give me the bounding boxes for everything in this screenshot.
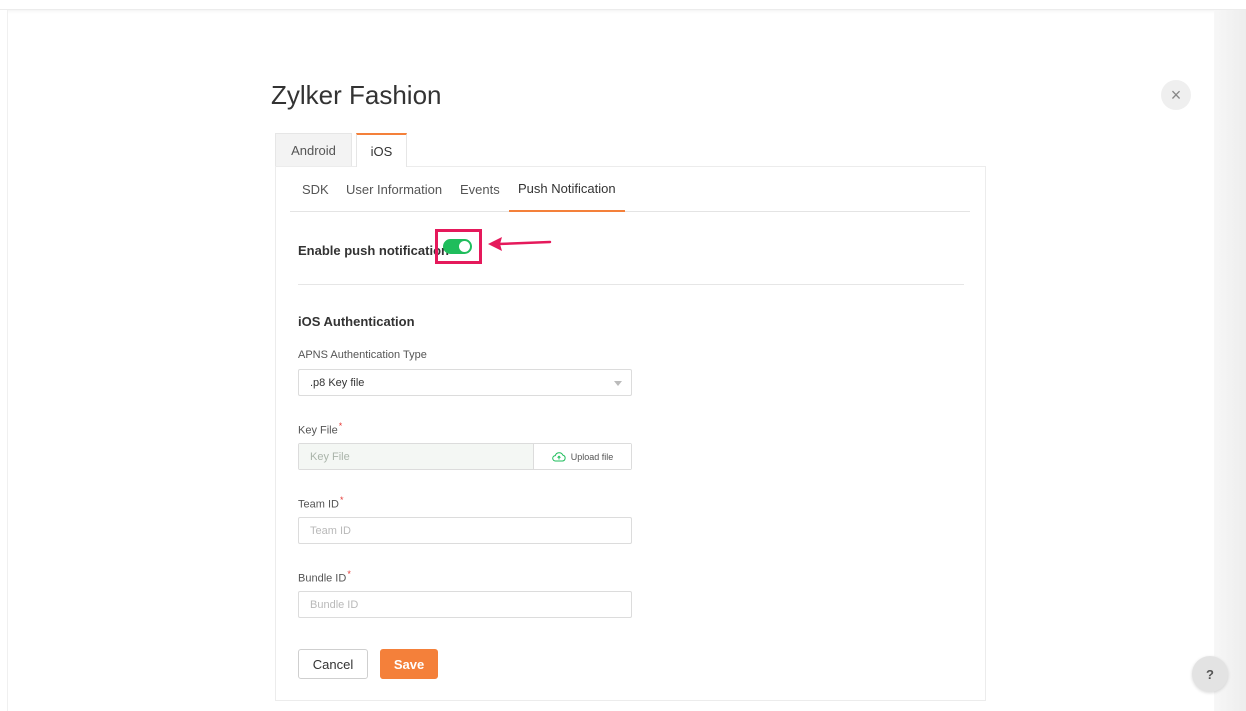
required-marker: *: [347, 569, 351, 579]
ios-authentication-heading: iOS Authentication: [298, 314, 415, 329]
top-bar: [0, 0, 1246, 10]
section-divider: [298, 284, 964, 285]
tab-ios[interactable]: iOS: [356, 133, 407, 167]
subtab-events[interactable]: Events: [460, 167, 500, 212]
key-file-input[interactable]: [299, 444, 533, 469]
enable-push-row: Enable push notification: [298, 237, 449, 263]
subtab-sdk[interactable]: SDK: [302, 167, 329, 212]
enable-push-label: Enable push notification: [298, 242, 449, 258]
upload-file-label: Upload file: [570, 451, 614, 462]
required-marker: *: [339, 495, 344, 505]
tab-android[interactable]: Android: [275, 133, 352, 167]
team-id-label-text: Team ID: [298, 498, 339, 511]
subtab-bar: SDK User Information Events Push Notific…: [290, 167, 970, 212]
key-file-label-text: Key File: [298, 424, 338, 437]
key-file-group: Upload file: [298, 443, 632, 470]
apns-type-value: .p8 Key file: [310, 376, 365, 389]
bundle-id-label-text: Bundle ID: [298, 572, 347, 585]
help-icon: ?: [1206, 666, 1214, 682]
push-notification-toggle[interactable]: [443, 239, 472, 254]
subtab-push-notification[interactable]: Push Notification: [509, 167, 625, 212]
help-button[interactable]: ?: [1192, 656, 1228, 692]
close-button[interactable]: ×: [1161, 80, 1191, 110]
cloud-upload-icon: [551, 451, 566, 461]
caret-down-icon: [614, 381, 622, 386]
save-button[interactable]: Save: [380, 649, 438, 679]
apns-type-select[interactable]: .p8 Key file: [298, 369, 632, 396]
team-id-label: Team ID*: [298, 495, 343, 511]
bundle-id-input[interactable]: [298, 591, 632, 618]
required-marker: *: [338, 421, 343, 431]
page-title: Zylker Fashion: [271, 80, 442, 110]
bundle-id-label: Bundle ID*: [298, 569, 351, 585]
apns-type-label: APNS Authentication Type: [298, 349, 427, 361]
subtab-user-information[interactable]: User Information: [346, 167, 442, 212]
upload-file-button[interactable]: Upload file: [533, 444, 631, 469]
close-icon: ×: [1170, 84, 1182, 105]
settings-card: SDK User Information Events Push Notific…: [275, 166, 986, 701]
team-id-input[interactable]: [298, 517, 632, 544]
left-edge: [0, 10, 8, 711]
arrow-left-icon: [488, 237, 552, 251]
key-file-label: Key File*: [298, 421, 342, 437]
cancel-button[interactable]: Cancel: [298, 649, 368, 679]
toggle-knob: [459, 241, 470, 252]
right-side-panel: [1214, 10, 1246, 711]
apns-type-label-text: APNS Authentication Type: [298, 349, 427, 361]
